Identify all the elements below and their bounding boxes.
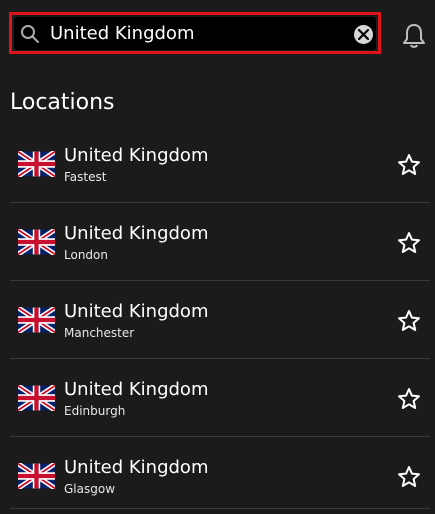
bell-icon[interactable] (401, 22, 427, 50)
uk-flag-icon (16, 305, 57, 335)
search-icon (20, 24, 40, 44)
location-row-edinburgh[interactable]: United Kingdom Edinburgh (10, 359, 430, 437)
uk-flag-icon (16, 383, 57, 413)
search-field[interactable]: United Kingdom (14, 17, 376, 50)
location-row-london[interactable]: United Kingdom London (10, 203, 430, 281)
location-row-fastest[interactable]: United Kingdom Fastest (10, 125, 430, 203)
clear-search-button[interactable] (354, 25, 373, 44)
section-title-locations: Locations (10, 90, 115, 115)
location-city: London (64, 248, 108, 262)
uk-flag-icon (16, 227, 57, 257)
location-row-manchester[interactable]: United Kingdom Manchester (10, 281, 430, 359)
star-icon[interactable] (397, 309, 421, 333)
uk-flag-icon (16, 149, 57, 179)
star-icon[interactable] (397, 153, 421, 177)
star-icon[interactable] (397, 387, 421, 411)
location-city: Manchester (64, 326, 135, 340)
uk-flag-icon (16, 461, 57, 491)
location-country: United Kingdom (64, 223, 209, 244)
search-input[interactable]: United Kingdom (50, 17, 194, 50)
star-icon[interactable] (397, 465, 421, 489)
location-city: Glasgow (64, 482, 116, 496)
location-country: United Kingdom (64, 379, 209, 400)
location-country: United Kingdom (64, 301, 209, 322)
star-icon[interactable] (397, 231, 421, 255)
locations-list: United Kingdom Fastest United Kingdom Lo… (10, 125, 430, 514)
location-city: Fastest (64, 170, 107, 184)
list-divider (10, 508, 430, 509)
location-country: United Kingdom (64, 145, 209, 166)
location-city: Edinburgh (64, 404, 126, 418)
location-row-glasgow[interactable]: United Kingdom Glasgow (10, 437, 430, 514)
location-country: United Kingdom (64, 457, 209, 478)
